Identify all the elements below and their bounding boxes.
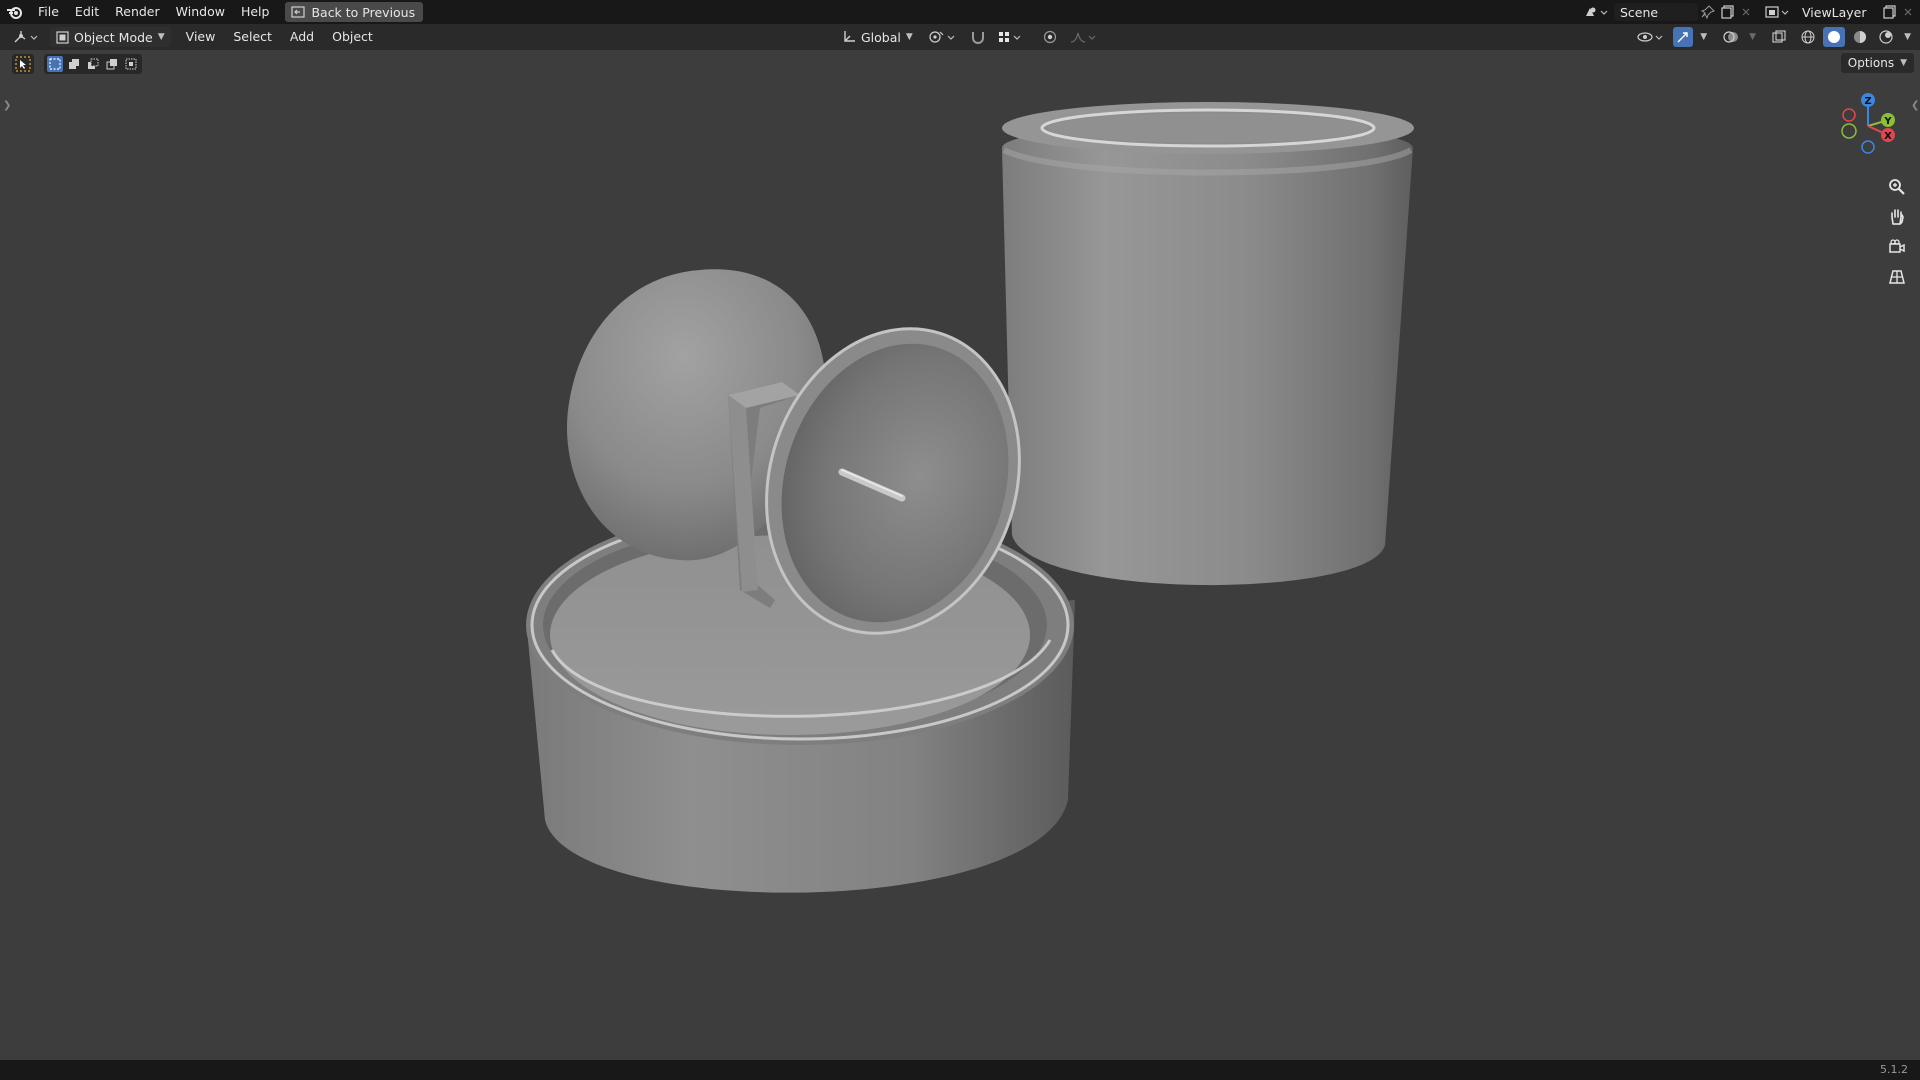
chevron-down-icon: ▼ bbox=[1700, 32, 1708, 42]
chevron-down-icon: ▼ bbox=[1749, 32, 1757, 42]
object-mode-label: Object Mode bbox=[74, 29, 153, 45]
view-layer-selector-button[interactable] bbox=[1762, 2, 1794, 22]
xray-icon bbox=[1772, 30, 1786, 43]
menu-object[interactable]: Object bbox=[323, 24, 382, 50]
overlays-icon bbox=[1723, 31, 1739, 43]
top-menu-bar: File Edit Render Window Help Back to Pre… bbox=[0, 0, 1920, 24]
scene-name: Scene bbox=[1620, 4, 1659, 20]
perspective-toggle-button[interactable] bbox=[1883, 263, 1911, 291]
duplicate-icon bbox=[1883, 5, 1896, 19]
3d-viewport[interactable]: ❯ ❮ Z Y X bbox=[0, 50, 1920, 1060]
close-icon bbox=[1904, 8, 1912, 16]
view-layer-icon bbox=[1765, 6, 1789, 18]
solid-sphere-icon bbox=[1828, 31, 1841, 43]
snap-target-dropdown[interactable] bbox=[995, 27, 1027, 47]
falloff-curve-icon bbox=[1070, 32, 1096, 43]
back-to-previous-label: Back to Previous bbox=[311, 4, 416, 20]
wireframe-shading-button[interactable] bbox=[1797, 27, 1819, 47]
topbar-right: Scene ViewLayer bbox=[1580, 0, 1920, 24]
close-icon bbox=[1742, 8, 1750, 16]
chevron-down-icon: ▼ bbox=[905, 32, 913, 42]
menu-help[interactable]: Help bbox=[233, 0, 278, 24]
status-bar: 5.1.2 bbox=[0, 1060, 1920, 1080]
zoom-icon bbox=[1889, 179, 1905, 195]
menu-window[interactable]: Window bbox=[168, 0, 233, 24]
hand-icon bbox=[1891, 209, 1904, 225]
selectability-visibility-dropdown[interactable] bbox=[1633, 27, 1669, 47]
gizmo-icon bbox=[1677, 32, 1688, 43]
gizmo-y-label: Y bbox=[1883, 116, 1892, 127]
wireframe-sphere-icon bbox=[1801, 30, 1815, 44]
object-mode-dropdown[interactable]: Object Mode ▼ bbox=[50, 27, 171, 47]
proportional-editing-button[interactable] bbox=[1039, 27, 1061, 47]
transform-orientation-label: Global bbox=[861, 29, 901, 45]
delete-scene-button[interactable] bbox=[1738, 2, 1754, 22]
editor-type-button[interactable] bbox=[10, 27, 44, 47]
menu-select[interactable]: Select bbox=[224, 24, 281, 50]
show-overlays-toggle[interactable] bbox=[1720, 27, 1742, 47]
eye-pointer-icon bbox=[1637, 32, 1663, 42]
scene-name-field[interactable]: Scene bbox=[1614, 3, 1698, 21]
view-layer-name-field[interactable]: ViewLayer bbox=[1796, 3, 1880, 21]
menu-edit[interactable]: Edit bbox=[67, 0, 107, 24]
blender-logo-icon[interactable] bbox=[0, 0, 30, 24]
toolbar-expand-arrow-icon[interactable]: ❯ bbox=[3, 100, 11, 111]
orientation-global-icon bbox=[844, 31, 855, 42]
new-view-layer-button[interactable] bbox=[1880, 2, 1900, 22]
3d-scene-render bbox=[526, 102, 1414, 893]
rendered-shading-button[interactable] bbox=[1875, 27, 1897, 47]
grid-perspective-icon bbox=[1889, 270, 1905, 284]
proportional-editing-icon bbox=[1043, 30, 1056, 44]
3d-viewport-icon bbox=[14, 31, 38, 43]
pin-scene-button[interactable] bbox=[1698, 2, 1718, 22]
sidebar-expand-arrow-icon[interactable]: ❮ bbox=[1911, 100, 1919, 111]
show-gizmo-toggle[interactable] bbox=[1673, 27, 1694, 47]
pivot-point-button[interactable] bbox=[925, 27, 961, 47]
snap-increment-icon bbox=[998, 32, 1021, 42]
lid-cylinder bbox=[1002, 102, 1414, 586]
gizmo-options-dropdown[interactable]: ▼ bbox=[1697, 27, 1710, 47]
view-layer-name: ViewLayer bbox=[1802, 4, 1867, 20]
new-scene-button[interactable] bbox=[1718, 2, 1738, 22]
pan-view-button[interactable] bbox=[1883, 203, 1911, 231]
back-icon bbox=[291, 6, 306, 18]
header-center-controls: Global ▼ bbox=[836, 24, 1101, 50]
duplicate-icon bbox=[1721, 5, 1734, 19]
menu-view[interactable]: View bbox=[177, 24, 225, 50]
chevron-down-icon: ▼ bbox=[1904, 32, 1911, 42]
rendered-sphere-icon bbox=[1879, 30, 1893, 44]
zoom-view-button[interactable] bbox=[1883, 173, 1911, 201]
material-preview-shading-button[interactable] bbox=[1849, 27, 1871, 47]
menu-render[interactable]: Render bbox=[107, 0, 168, 24]
version-label: 5.1.2 bbox=[1880, 1063, 1908, 1076]
material-sphere-icon bbox=[1854, 31, 1867, 43]
proportional-falloff-dropdown[interactable] bbox=[1067, 27, 1101, 47]
navigation-gizmo[interactable]: Z Y X bbox=[1830, 88, 1910, 168]
scene-selector-button[interactable] bbox=[1580, 2, 1612, 22]
menu-add[interactable]: Add bbox=[281, 24, 323, 50]
menu-file[interactable]: File bbox=[30, 0, 67, 24]
pin-icon bbox=[1701, 5, 1715, 19]
transform-orientation-dropdown[interactable]: Global ▼ bbox=[836, 27, 919, 47]
object-mode-icon bbox=[56, 30, 69, 44]
gizmo-x-label: X bbox=[1884, 131, 1892, 142]
viewport-header: Object Mode ▼ View Select Add Object Glo… bbox=[0, 24, 1920, 50]
overlays-options-dropdown[interactable]: ▼ bbox=[1746, 27, 1759, 47]
snap-toggle-button[interactable] bbox=[967, 27, 989, 47]
shading-options-dropdown[interactable]: ▼ bbox=[1901, 27, 1914, 47]
header-right-controls: ▼ ▼ ▼ bbox=[1633, 24, 1914, 50]
pivot-point-icon bbox=[929, 31, 955, 43]
scene-icon bbox=[1586, 7, 1608, 16]
camera-view-button[interactable] bbox=[1883, 233, 1911, 261]
camera-icon bbox=[1889, 239, 1905, 253]
solid-shading-button[interactable] bbox=[1823, 27, 1846, 47]
toggle-xray-button[interactable] bbox=[1769, 27, 1789, 47]
gizmo-z-label: Z bbox=[1864, 96, 1871, 107]
delete-view-layer-button[interactable] bbox=[1900, 2, 1916, 22]
chevron-down-icon: ▼ bbox=[157, 32, 165, 42]
back-to-previous-button[interactable]: Back to Previous bbox=[285, 2, 424, 22]
magnet-icon bbox=[971, 32, 984, 44]
